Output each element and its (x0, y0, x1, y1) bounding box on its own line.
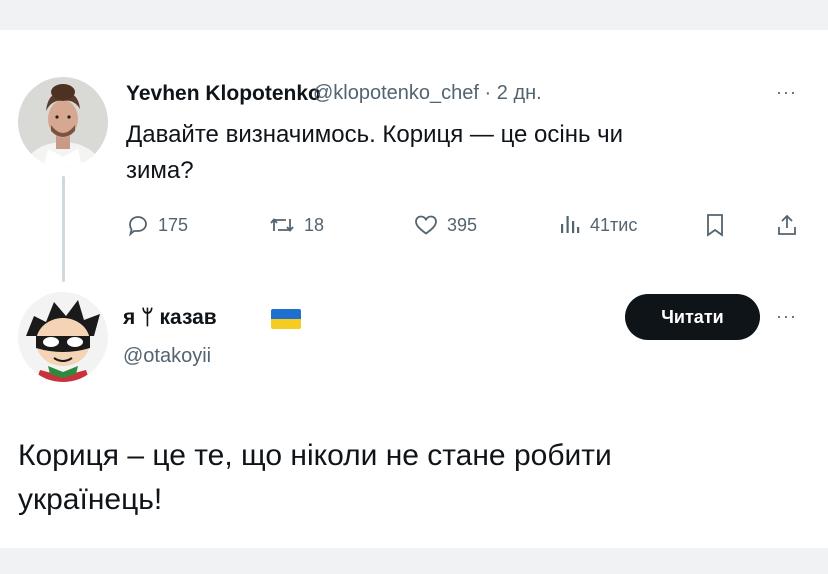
top-margin (0, 0, 828, 30)
author-name[interactable]: Yevhen Klopotenko (126, 82, 321, 106)
tweet-text-line-1: Давайте визначимось. Кориця — це осінь ч… (126, 121, 624, 148)
ukraine-flag-icon (271, 309, 301, 329)
reply-more-icon[interactable]: ··· (776, 306, 797, 327)
author-avatar[interactable] (18, 77, 108, 167)
comment-icon (126, 213, 150, 237)
reply-count: 175 (158, 214, 189, 235)
like-count: 395 (447, 214, 478, 235)
bookmark-icon (703, 212, 727, 238)
reply-author-handle[interactable]: @otakoyii (123, 345, 211, 368)
views-icon (558, 213, 582, 237)
meta-separator: · (484, 82, 492, 104)
like-action[interactable]: 395 (413, 210, 477, 240)
repost-count: 18 (304, 214, 325, 235)
reply-text-line-1: Кориця – це те, що ніколи не стане робит… (18, 439, 612, 472)
reply-text-line-2: українець! (18, 483, 163, 516)
repost-action[interactable]: 18 (268, 210, 324, 240)
tweet-more-icon[interactable]: ··· (776, 82, 797, 103)
repost-icon (268, 213, 296, 237)
bottom-margin (0, 548, 828, 574)
reply-author-avatar[interactable] (18, 292, 108, 382)
author-handle-meta[interactable]: @klopotenko_chef · 2 дн. (313, 82, 542, 105)
heart-icon (413, 213, 439, 237)
views-count: 41тис (590, 214, 638, 235)
follow-button[interactable]: Читати (625, 294, 760, 340)
reply-text: Кориця – це те, що ніколи не стане робит… (18, 434, 798, 522)
share-action[interactable] (775, 210, 799, 240)
share-icon (775, 212, 799, 238)
reply-author-name-text: я ᛘ казав (123, 306, 217, 329)
tweet-text: Давайте визначимось. Кориця — це осінь ч… (126, 117, 806, 189)
reply-action[interactable]: 175 (126, 210, 188, 240)
views-action[interactable]: 41тис (558, 210, 637, 240)
thread-connector (62, 176, 65, 282)
tweet-time[interactable]: 2 дн. (497, 82, 542, 104)
author-handle[interactable]: @klopotenko_chef (313, 82, 479, 104)
reply-author-name[interactable]: я ᛘ казав (123, 306, 217, 330)
tweet-text-line-2: зима? (126, 157, 194, 184)
bookmark-action[interactable] (703, 210, 727, 240)
